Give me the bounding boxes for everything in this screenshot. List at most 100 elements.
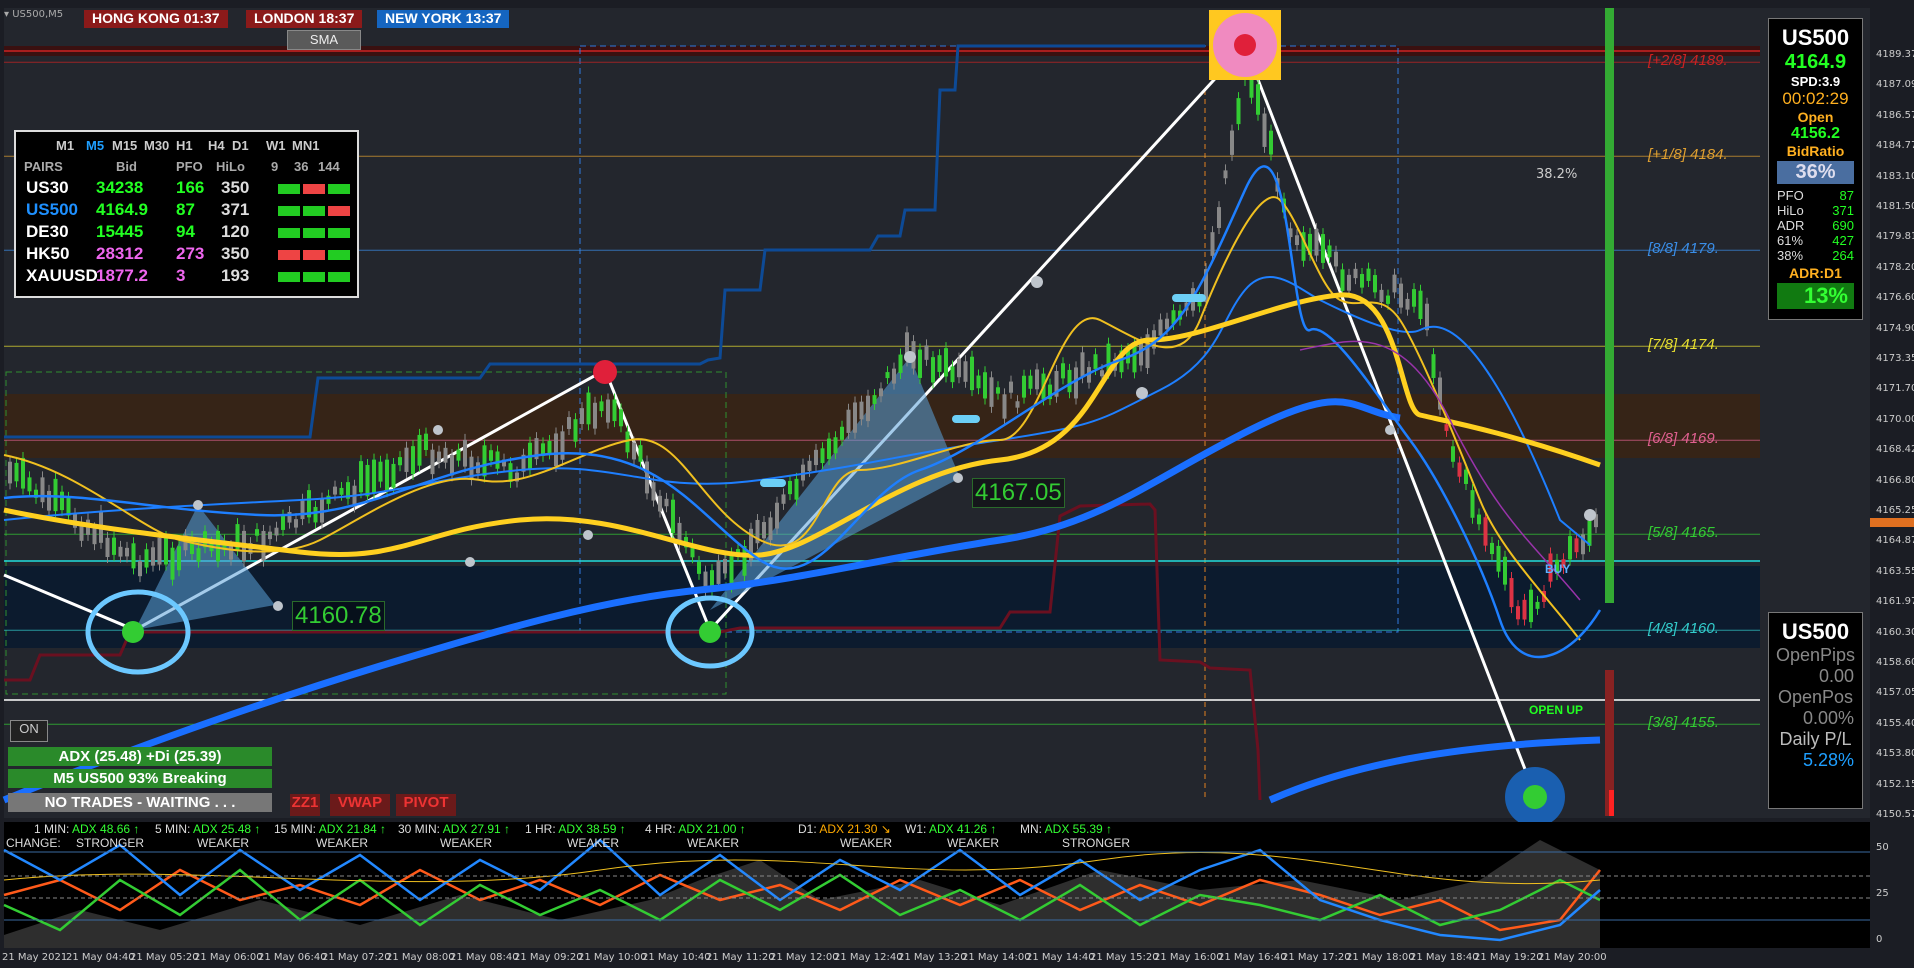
timeframe-h1[interactable]: H1 [176, 138, 193, 153]
candle-body [463, 439, 467, 467]
pair-row[interactable]: HK50 28312 273 350 [26, 244, 351, 266]
candle-body [1015, 401, 1020, 408]
pl-symbol: US500 [1781, 619, 1850, 644]
tool-button-vwap[interactable]: VWAP [330, 794, 390, 816]
candle-body [385, 459, 389, 492]
timeframe-d1[interactable]: D1 [232, 138, 249, 153]
trend-cell [328, 184, 350, 194]
candle-body [144, 549, 149, 568]
candle-body [1100, 370, 1104, 377]
on-button[interactable]: ON [10, 720, 48, 742]
candle-body [989, 377, 994, 407]
tool-button-zz1[interactable]: ZZ1 [290, 794, 320, 816]
pair-name: XAUUSD [26, 266, 98, 285]
candle-body [482, 445, 487, 477]
adx-strength: WEAKER [840, 836, 893, 850]
time-axis-label: 21 May 06:00 [194, 952, 263, 963]
candle-body [365, 464, 370, 497]
pair-row[interactable]: XAUUSD 1877.2 3 193 [26, 266, 351, 288]
candle-body [866, 395, 870, 422]
candle-body [294, 519, 298, 528]
candle-body [1457, 462, 1462, 477]
candle-body [398, 457, 402, 466]
adx-strength: WEAKER [687, 836, 740, 850]
timeframe-m15[interactable]: M15 [112, 138, 137, 153]
candle-body [957, 358, 961, 378]
trend-cell [328, 228, 350, 238]
candle-body [638, 445, 643, 462]
adx-timeframe: 1 MIN: ADX 48.66 ↑ [34, 822, 139, 836]
candle-body [1464, 469, 1468, 484]
murrey-level-label: [7/8] 4174. [1648, 336, 1719, 354]
daily-pl-label: Daily P/L [1779, 729, 1852, 749]
panel-open-label: Open [1797, 109, 1834, 125]
adx-strength: WEAKER [567, 836, 620, 850]
murrey-level-label: [+1/8] 4184. [1648, 146, 1728, 164]
candle-body [300, 499, 305, 520]
candle-body [840, 426, 844, 440]
timeframe-h4[interactable]: H4 [208, 138, 225, 153]
pair-name: US30 [26, 178, 69, 197]
candle-body [1483, 517, 1488, 546]
pair-name: DE30 [26, 222, 69, 241]
candle-body [1210, 232, 1215, 256]
adx-strength: STRONGER [76, 836, 145, 850]
candle-body [833, 437, 838, 454]
candle-body [411, 446, 415, 475]
symbol-tab[interactable]: ▾ US500,M5 [4, 9, 63, 20]
time-axis-label: 21 May 14:00 [962, 952, 1031, 963]
open-pips-label: OpenPips [1775, 645, 1856, 665]
candle-body [196, 548, 201, 562]
pair-bid: 34238 [96, 178, 144, 197]
timeframe-w1[interactable]: W1 [266, 138, 286, 153]
column-header: Bid [116, 159, 137, 174]
candle-body [118, 546, 123, 557]
price-axis-label: 4179.81 [1876, 231, 1914, 243]
timeframe-m30[interactable]: M30 [144, 138, 169, 153]
price-axis-label: 4178.20 [1876, 261, 1914, 273]
adx-value: ADX 55.39 ↑ [1044, 822, 1113, 836]
candle-body [1392, 274, 1397, 293]
candle-body [495, 451, 500, 469]
panel-timer: 00:02:29 [1782, 89, 1849, 108]
candle-body [814, 449, 818, 466]
price-axis-label: 4166.80 [1876, 474, 1914, 486]
trades-status: NO TRADES - WAITING . . . [8, 793, 272, 812]
stat-row: HiLo 371 [1777, 203, 1854, 218]
price-axis-label: 4153.80 [1876, 748, 1914, 760]
candle-body [151, 547, 155, 566]
candle-body [1574, 538, 1579, 553]
panel-price: 4164.9 [1784, 51, 1847, 73]
tool-button-pivot[interactable]: PIVOT [396, 794, 456, 816]
timeframe-mn1[interactable]: MN1 [292, 138, 319, 153]
pair-row[interactable]: DE30 15445 94 120 [26, 222, 351, 244]
stat-value: 264 [1832, 248, 1854, 263]
adx-value: ADX 21.30 ↘ [819, 822, 891, 836]
price-axis-label: 4155.40 [1876, 717, 1914, 729]
timeframe-m1[interactable]: M1 [56, 138, 74, 153]
pair-row[interactable]: US30 34238 166 350 [26, 178, 351, 200]
pair-row[interactable]: US500 4164.9 87 371 [26, 200, 351, 222]
candle-body [131, 543, 136, 569]
candle-body [593, 402, 597, 429]
adx-timeframe: 5 MIN: ADX 25.48 ↑ [155, 822, 260, 836]
candle-body [794, 478, 799, 500]
sma-button[interactable]: SMA [287, 30, 361, 50]
candle-body [1360, 274, 1364, 288]
candle-body [21, 457, 25, 489]
adx-axis-label: 0 [1876, 934, 1883, 945]
timeframe-m5[interactable]: M5 [86, 138, 104, 153]
candle-body [378, 461, 383, 482]
stat-value: 371 [1832, 203, 1854, 218]
candle-body [879, 388, 883, 397]
time-axis-label: 21 May 08:00 [386, 952, 455, 963]
pair-hilo: 350 [221, 244, 250, 263]
price-axis-label: 4158.60 [1876, 657, 1914, 668]
panel-spread: SPD:3.9 [1790, 74, 1841, 89]
column-header: 144 [318, 159, 340, 174]
murrey-level-label: [+2/8] 4189. [1648, 52, 1728, 70]
pair-bid: 1877.2 [96, 266, 148, 285]
change-label: CHANGE: [6, 836, 61, 850]
candle-body [716, 560, 721, 584]
time-axis-label: 21 May 19:20 [1474, 952, 1543, 963]
